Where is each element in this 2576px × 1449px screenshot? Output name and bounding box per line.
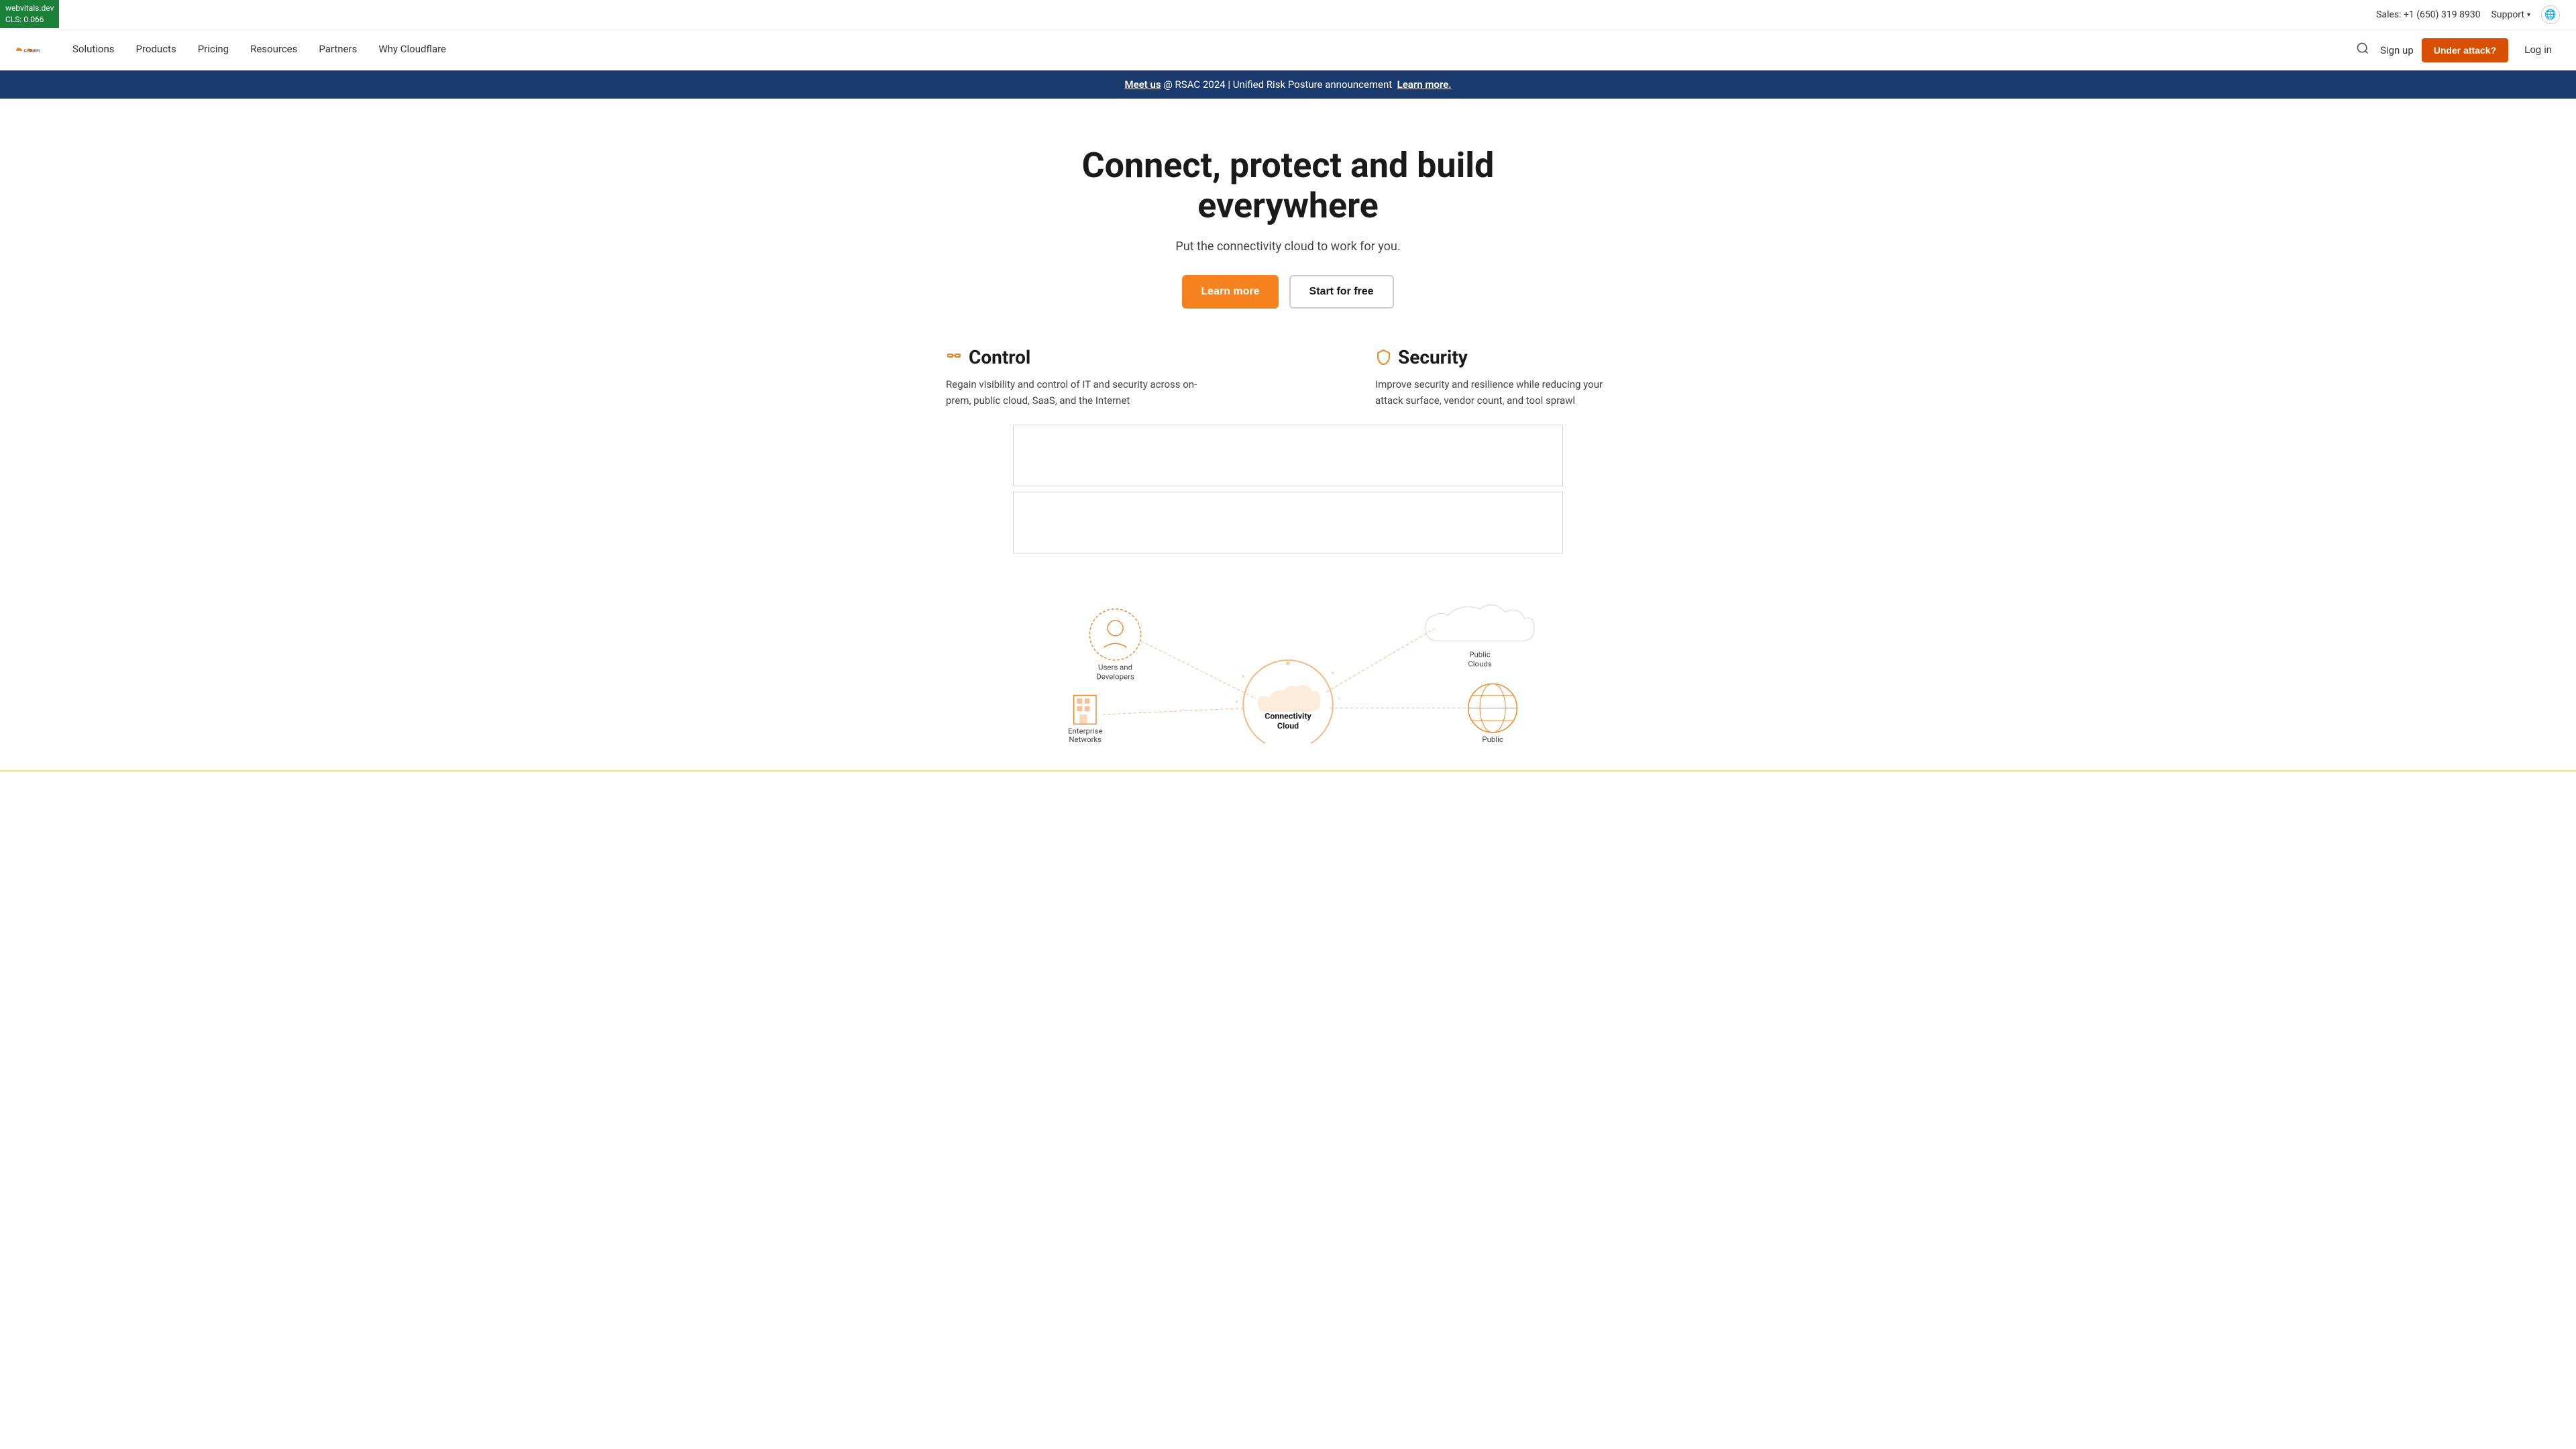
meet-us-link[interactable]: Meet us xyxy=(1125,78,1161,91)
diagram-svg: Users and Developers Public Clouds xyxy=(1013,564,1563,743)
search-icon[interactable] xyxy=(2353,39,2372,61)
support-button[interactable]: Support xyxy=(2491,9,2530,20)
phone-number: Sales: +1 (650) 319 8930 xyxy=(2376,9,2480,20)
nav-solutions[interactable]: Solutions xyxy=(62,30,125,70)
svg-text:Public: Public xyxy=(1482,735,1503,743)
nav-right-actions: Sign up Under attack? Log in xyxy=(2353,38,2560,62)
cloudflare-logo[interactable]: CLOUDFLARE xyxy=(16,42,40,58)
hero-buttons: Learn more Start for free xyxy=(1076,275,1500,309)
line-pubcloud-cloud xyxy=(1326,628,1435,692)
diagram-bottom-box xyxy=(1013,492,1563,553)
connectivity-diagram: Users and Developers Public Clouds xyxy=(1013,564,1563,743)
globe-button[interactable]: 🌐 xyxy=(2541,5,2560,24)
control-title-text: Control xyxy=(969,346,1030,368)
public-internet-node: Public Internet xyxy=(1468,684,1517,743)
nav-products[interactable]: Products xyxy=(125,30,187,70)
learn-more-button[interactable]: Learn more xyxy=(1182,275,1278,309)
logo-area: CLOUDFLARE xyxy=(16,42,40,58)
hero-title: Connect, protect and build everywhere xyxy=(1076,146,1500,226)
vitals-line2: CLS: 0.066 xyxy=(5,15,44,24)
logo-svg: CLOUDFLARE xyxy=(16,42,40,58)
svg-text:Clouds: Clouds xyxy=(1468,659,1492,668)
globe-icon: 🌐 xyxy=(2544,9,2556,20)
page-wrapper: Connect, protect and build everywhere Pu… xyxy=(0,99,2576,770)
line-enterprise-cloud xyxy=(1102,708,1246,714)
control-title: Control xyxy=(946,346,1201,368)
nav-pricing[interactable]: Pricing xyxy=(187,30,239,70)
svg-text:CLOUDFLARE: CLOUDFLARE xyxy=(24,49,40,53)
users-developers-node: Users and Developers xyxy=(1089,608,1140,681)
line-users-cloud xyxy=(1141,641,1256,698)
security-feature-card: Security Improve security and resilience… xyxy=(1375,346,1630,409)
top-utility-bar: Sales: +1 (650) 319 8930 Support 🌐 xyxy=(0,0,2576,30)
main-navigation: CLOUDFLARE Solutions Products Pricing Re… xyxy=(0,30,2576,70)
learn-more-link[interactable]: Learn more. xyxy=(1397,78,1452,91)
svg-text:Users and: Users and xyxy=(1098,662,1132,672)
enterprise-networks-node: Enterprise Networks xyxy=(1068,695,1103,743)
nav-resources[interactable]: Resources xyxy=(239,30,308,70)
announcement-banner: Meet us @ RSAC 2024 | Unified Risk Postu… xyxy=(0,70,2576,99)
hero-content: Connect, protect and build everywhere Pu… xyxy=(1060,146,1516,341)
announcement-text: @ RSAC 2024 | Unified Risk Posture annou… xyxy=(1163,78,1392,91)
security-title: Security xyxy=(1375,346,1630,368)
start-for-free-button[interactable]: Start for free xyxy=(1289,275,1394,309)
public-clouds-node: Public Clouds xyxy=(1426,604,1534,668)
under-attack-button[interactable]: Under attack? xyxy=(2422,38,2508,62)
connectivity-cloud-node: Connectivity Cloud xyxy=(1243,660,1332,743)
control-desc: Regain visibility and control of IT and … xyxy=(946,376,1201,409)
hero-subtitle: Put the connectivity cloud to work for y… xyxy=(1076,239,1500,254)
security-title-text: Security xyxy=(1398,346,1468,368)
features-row: Control Regain visibility and control of… xyxy=(919,346,1657,409)
diagram-top-box xyxy=(1013,425,1563,486)
svg-text:Networks: Networks xyxy=(1069,735,1102,743)
security-icon xyxy=(1375,349,1391,365)
svg-text:Connectivity: Connectivity xyxy=(1265,712,1311,721)
network-diagram-section: Users and Developers Public Clouds xyxy=(986,425,1590,743)
vitals-badge: webvitals.dev CLS: 0.066 xyxy=(0,0,59,28)
svg-text:Developers: Developers xyxy=(1096,672,1134,681)
nav-partners[interactable]: Partners xyxy=(308,30,368,70)
vitals-line1: webvitals.dev xyxy=(5,3,54,13)
nav-why-cloudflare[interactable]: Why Cloudflare xyxy=(368,30,457,70)
hero-section: Connect, protect and build everywhere Pu… xyxy=(0,99,2576,770)
svg-text:Public: Public xyxy=(1469,649,1491,659)
login-button[interactable]: Log in xyxy=(2516,39,2560,61)
security-desc: Improve security and resilience while re… xyxy=(1375,376,1630,409)
control-icon xyxy=(946,349,962,365)
control-feature-card: Control Regain visibility and control of… xyxy=(946,346,1201,409)
signup-link[interactable]: Sign up xyxy=(2380,44,2414,56)
nav-links: Solutions Products Pricing Resources Par… xyxy=(62,30,2353,70)
svg-text:Cloud: Cloud xyxy=(1277,722,1299,731)
